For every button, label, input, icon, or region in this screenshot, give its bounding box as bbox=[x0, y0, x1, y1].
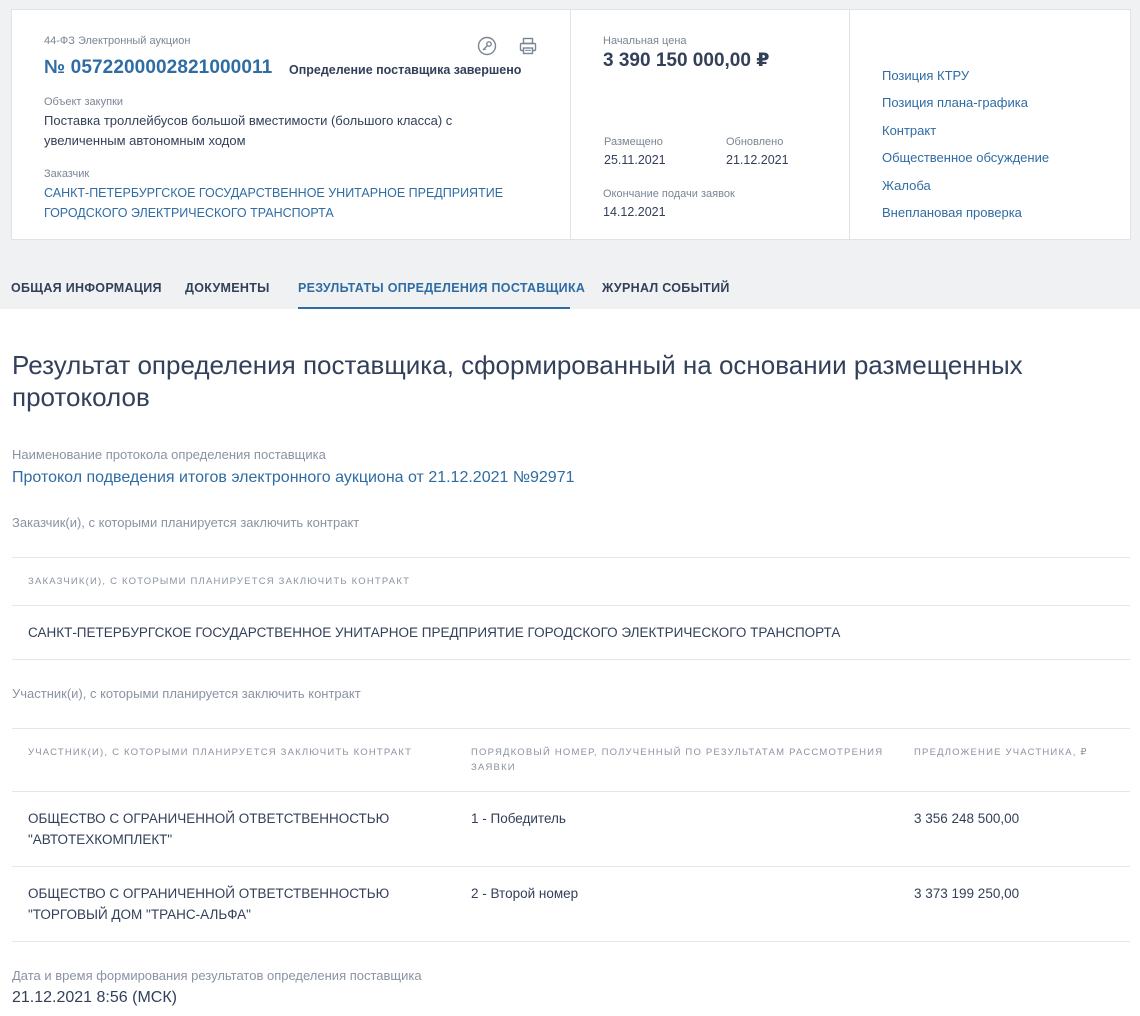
deadline-label: Окончание подачи заявок bbox=[603, 188, 735, 200]
link-complaint[interactable]: Жалоба bbox=[882, 178, 931, 193]
link-ktru-position[interactable]: Позиция КТРУ bbox=[882, 68, 969, 83]
tab-documents[interactable]: ДОКУМЕНТЫ bbox=[185, 281, 270, 295]
customers-section-label: Заказчик(и), с которыми планируется закл… bbox=[12, 515, 360, 530]
link-contract[interactable]: Контракт bbox=[882, 123, 936, 138]
participants-header-offer: Предложение участника, ₽ bbox=[914, 747, 1088, 758]
datetime-label: Дата и время формирования результатов оп… bbox=[12, 968, 422, 983]
object-label: Объект закупки bbox=[44, 96, 124, 108]
table-divider bbox=[12, 728, 1130, 729]
link-public-discussion[interactable]: Общественное обсуждение bbox=[882, 150, 1049, 165]
participants-header-name: Участник(и), с которыми планируется закл… bbox=[28, 747, 413, 758]
purchase-summary-card: 44-ФЗ Электронный аукцион № 057220000282… bbox=[11, 9, 1131, 240]
customers-table-row: САНКТ-ПЕТЕРБУРГСКОЕ ГОСУДАРСТВЕННОЕ УНИТ… bbox=[28, 625, 841, 640]
table-divider bbox=[12, 605, 1130, 606]
customer-label: Заказчик bbox=[44, 168, 90, 180]
participant-rank: 1 - Победитель bbox=[471, 811, 566, 826]
table-divider bbox=[12, 659, 1130, 660]
page-title: Результат определения поставщика, сформи… bbox=[12, 350, 1023, 412]
key-icon[interactable] bbox=[477, 36, 497, 56]
customers-table-header: Заказчик(и), с которыми планируется закл… bbox=[28, 576, 411, 587]
active-tab-indicator bbox=[298, 307, 570, 309]
procurement-type: 44-ФЗ Электронный аукцион bbox=[44, 35, 191, 47]
updated-value: 21.12.2021 bbox=[726, 153, 789, 167]
print-icon[interactable] bbox=[518, 36, 538, 56]
participant-rank: 2 - Второй номер bbox=[471, 886, 579, 901]
registry-number-link[interactable]: № 0572200002821000011 bbox=[44, 57, 272, 79]
tab-general-info[interactable]: ОБЩАЯ ИНФОРМАЦИЯ bbox=[11, 281, 162, 295]
participants-section-label: Участник(и), с которыми планируется закл… bbox=[12, 686, 361, 701]
placed-label: Размещено bbox=[604, 136, 663, 148]
customer-link[interactable]: САНКТ-ПЕТЕРБУРГСКОЕ ГОСУДАРСТВЕННОЕ УНИТ… bbox=[44, 183, 524, 223]
participant-name: ОБЩЕСТВО С ОГРАНИЧЕННОЙ ОТВЕТСТВЕННОСТЬЮ… bbox=[28, 886, 390, 922]
card-divider bbox=[570, 10, 571, 239]
link-plan-schedule-position[interactable]: Позиция плана-графика bbox=[882, 95, 1028, 110]
tab-event-log[interactable]: ЖУРНАЛ СОБЫТИЙ bbox=[602, 281, 730, 295]
tab-supplier-results[interactable]: РЕЗУЛЬТАТЫ ОПРЕДЕЛЕНИЯ ПОСТАВЩИКА bbox=[298, 281, 585, 295]
datetime-value: 21.12.2021 8:56 (МСК) bbox=[12, 989, 177, 1006]
table-divider bbox=[12, 557, 1130, 558]
placed-value: 25.11.2021 bbox=[604, 153, 666, 167]
table-divider bbox=[12, 941, 1130, 942]
deadline-value: 14.12.2021 bbox=[603, 205, 666, 219]
updated-label: Обновлено bbox=[726, 136, 784, 148]
participants-header-rank: Порядковый номер, полученный по результа… bbox=[471, 747, 884, 773]
price-label: Начальная цена bbox=[603, 35, 687, 47]
participant-offer: 3 373 199 250,00 bbox=[914, 886, 1020, 901]
price-value: 3 390 150 000,00 ₽ bbox=[603, 50, 770, 71]
table-divider bbox=[12, 791, 1130, 792]
protocol-label: Наименование протокола определения поста… bbox=[12, 447, 326, 462]
link-unscheduled-inspection[interactable]: Внеплановая проверка bbox=[882, 205, 1022, 220]
participant-offer: 3 356 248 500,00 bbox=[914, 811, 1020, 826]
participant-name: ОБЩЕСТВО С ОГРАНИЧЕННОЙ ОТВЕТСТВЕННОСТЬЮ… bbox=[28, 811, 390, 847]
status-badge: Определение поставщика завершено bbox=[289, 63, 522, 77]
table-divider bbox=[12, 866, 1130, 867]
object-value: Поставка троллейбусов большой вместимост… bbox=[44, 113, 453, 148]
protocol-link[interactable]: Протокол подведения итогов электронного … bbox=[12, 469, 575, 487]
card-divider bbox=[849, 10, 850, 239]
